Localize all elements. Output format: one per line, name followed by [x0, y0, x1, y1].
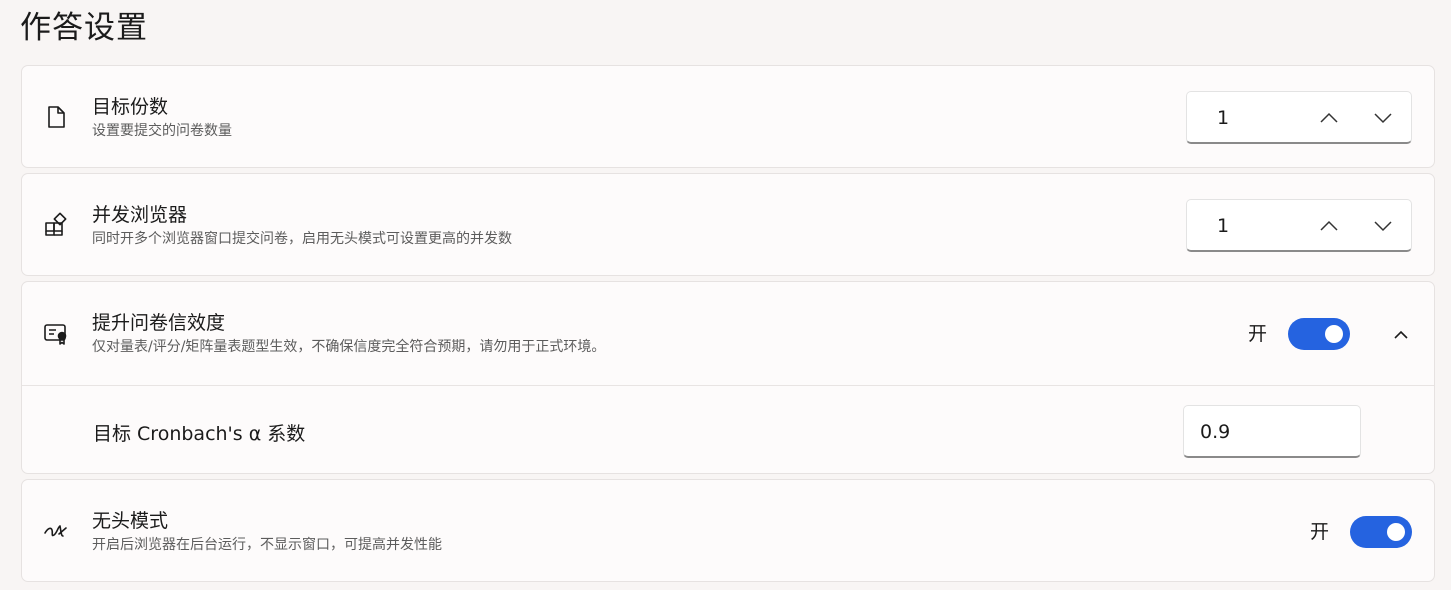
reliability-description: 仅对量表/评分/矩阵量表题型生效，不确保信度完全符合预期，请勿用于正式环境。 — [92, 339, 606, 355]
target-count-value[interactable]: 1 — [1217, 105, 1229, 131]
target-count-title: 目标份数 — [92, 96, 169, 118]
headless-toggle-label: 开 — [1310, 521, 1330, 543]
concurrent-browsers-spinbox[interactable]: 1 — [1186, 199, 1412, 252]
page-title: 作答设置 — [20, 10, 148, 46]
cronbach-alpha-field[interactable] — [1183, 405, 1361, 458]
toggle-knob — [1325, 325, 1343, 343]
headless-title: 无头模式 — [92, 510, 169, 532]
increment-button[interactable] — [1311, 102, 1347, 134]
cronbach-alpha-label: 目标 Cronbach's α 系数 — [93, 423, 306, 445]
concurrent-browsers-description: 同时开多个浏览器窗口提交问卷，启用无头模式可设置更高的并发数 — [92, 231, 512, 247]
reliability-texts: 提升问卷信效度 仅对量表/评分/矩阵量表题型生效，不确保信度完全符合预期，请勿用… — [92, 310, 605, 357]
target-count-description: 设置要提交的问卷数量 — [92, 123, 232, 139]
reliability-title: 提升问卷信效度 — [92, 312, 226, 334]
signature-icon — [42, 517, 70, 545]
chevron-down-icon — [1374, 221, 1392, 232]
concurrent-browsers-texts: 并发浏览器 同时开多个浏览器窗口提交问卷，启用无头模式可设置更高的并发数 — [92, 202, 512, 249]
settings-page: 作答设置 目标份数 设置要提交的问卷数量 1 并发浏览器 同时开多个浏览器窗口提… — [0, 0, 1451, 590]
chevron-down-icon — [1374, 113, 1392, 124]
headless-toggle[interactable] — [1350, 516, 1412, 548]
divider — [22, 385, 1434, 386]
concurrent-browsers-card: 并发浏览器 同时开多个浏览器窗口提交问卷，启用无头模式可设置更高的并发数 1 — [21, 173, 1435, 276]
chevron-up-icon — [1320, 112, 1338, 123]
increment-button[interactable] — [1311, 210, 1347, 242]
headless-texts: 无头模式 开启后浏览器在后台运行，不显示窗口，可提高并发性能 — [92, 508, 442, 555]
chevron-up-icon — [1320, 220, 1338, 231]
concurrent-browsers-title: 并发浏览器 — [92, 204, 188, 226]
decrement-button[interactable] — [1365, 210, 1401, 242]
reliability-toggle[interactable] — [1288, 318, 1350, 350]
certificate-icon — [42, 319, 70, 347]
target-count-spinbox[interactable]: 1 — [1186, 91, 1412, 144]
chevron-up-icon — [1394, 330, 1408, 339]
document-icon — [42, 103, 70, 131]
decrement-button[interactable] — [1365, 102, 1401, 134]
target-count-card: 目标份数 设置要提交的问卷数量 1 — [21, 65, 1435, 168]
toggle-knob — [1387, 523, 1405, 541]
headless-description: 开启后浏览器在后台运行，不显示窗口，可提高并发性能 — [92, 537, 442, 553]
collapse-button[interactable] — [1386, 319, 1416, 349]
target-count-texts: 目标份数 设置要提交的问卷数量 — [92, 94, 232, 141]
concurrent-browsers-value[interactable]: 1 — [1217, 213, 1229, 239]
reliability-card: 提升问卷信效度 仅对量表/评分/矩阵量表题型生效，不确保信度完全符合预期，请勿用… — [21, 281, 1435, 474]
apps-add-icon — [42, 211, 70, 239]
cronbach-alpha-input[interactable] — [1200, 419, 1350, 445]
reliability-toggle-label: 开 — [1248, 323, 1268, 345]
headless-card: 无头模式 开启后浏览器在后台运行，不显示窗口，可提高并发性能 开 — [21, 479, 1435, 582]
